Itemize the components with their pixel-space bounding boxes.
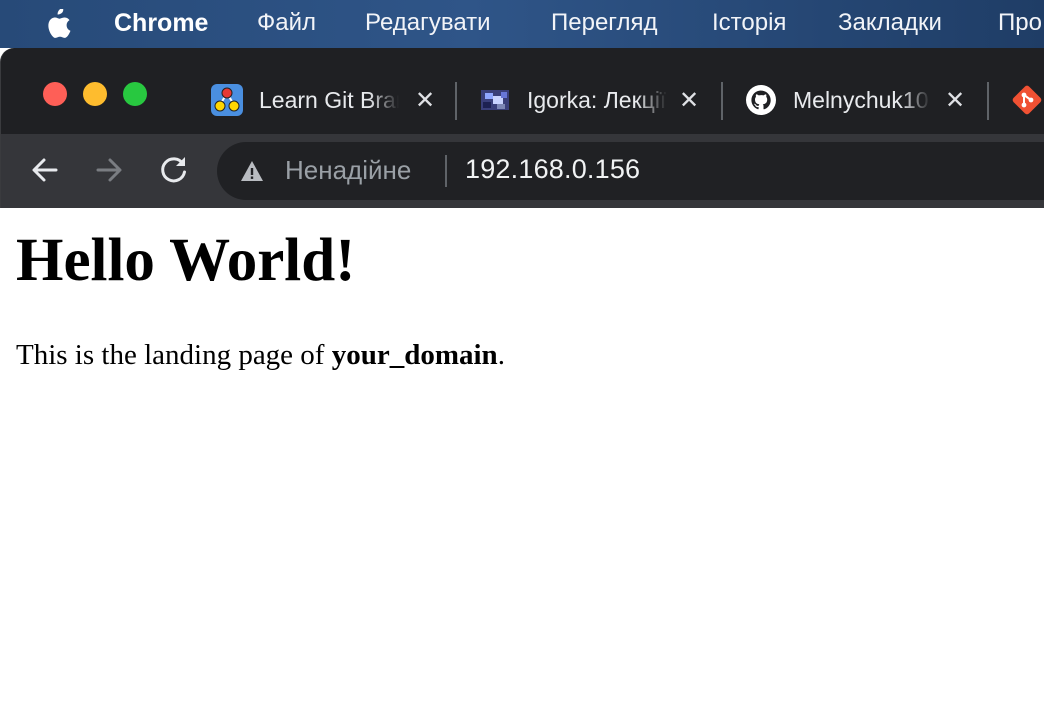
domain-name: your_domain bbox=[331, 339, 498, 371]
page-heading: Hello World! bbox=[16, 227, 356, 294]
menu-edit[interactable]: Редагувати bbox=[365, 9, 491, 37]
forward-arrow-icon[interactable] bbox=[91, 152, 127, 188]
reload-icon[interactable] bbox=[156, 152, 192, 188]
tab-github-melnychuk[interactable]: Melnychuk10 ✕ bbox=[745, 76, 975, 124]
macos-menu-bar: Chrome Файл Редагувати Перегляд Історія … bbox=[0, 0, 1044, 48]
close-tab-icon[interactable]: ✕ bbox=[945, 86, 965, 115]
tab-divider bbox=[721, 82, 723, 120]
back-arrow-icon[interactable] bbox=[27, 152, 63, 188]
tab-title: Learn Git Branching bbox=[259, 86, 399, 114]
browser-window-chrome: Learn Git Branching ✕ Igorka: Лекції ✕ M… bbox=[0, 48, 1044, 208]
maximize-window-button[interactable] bbox=[123, 82, 147, 106]
tab-divider bbox=[455, 82, 457, 120]
github-icon bbox=[746, 85, 776, 115]
menu-app-name[interactable]: Chrome bbox=[114, 9, 208, 38]
browser-toolbar: Ненадійне 192.168.0.156 bbox=[1, 134, 1044, 208]
menu-file[interactable]: Файл bbox=[257, 9, 316, 37]
close-tab-icon[interactable]: ✕ bbox=[679, 86, 699, 115]
address-bar[interactable]: Ненадійне 192.168.0.156 bbox=[217, 142, 1044, 200]
git-icon bbox=[1012, 85, 1042, 115]
tab-git[interactable] bbox=[1011, 76, 1044, 124]
git-branching-icon bbox=[211, 84, 243, 116]
minimize-window-button[interactable] bbox=[83, 82, 107, 106]
landing-text-suffix: . bbox=[497, 339, 505, 371]
landing-text: This is the landing page of your_domain. bbox=[16, 338, 505, 373]
menu-history[interactable]: Історія bbox=[712, 9, 786, 37]
close-tab-icon[interactable]: ✕ bbox=[415, 86, 435, 115]
tab-igorka[interactable]: Igorka: Лекції ✕ bbox=[479, 76, 709, 124]
menu-profiles[interactable]: Про bbox=[998, 9, 1042, 37]
landing-text-prefix: This is the landing page of bbox=[16, 339, 332, 371]
not-secure-label[interactable]: Ненадійне bbox=[285, 155, 411, 186]
pixel-art-icon bbox=[481, 90, 509, 110]
menu-bookmarks[interactable]: Закладки bbox=[838, 9, 942, 37]
url-text[interactable]: 192.168.0.156 bbox=[465, 154, 640, 185]
tab-learn-git-branching[interactable]: Learn Git Branching ✕ bbox=[211, 76, 441, 124]
warning-triangle-icon[interactable] bbox=[239, 159, 265, 183]
omnibox-divider bbox=[445, 155, 447, 187]
menu-view[interactable]: Перегляд bbox=[551, 9, 658, 37]
tab-title: Melnychuk10 bbox=[793, 86, 931, 114]
tab-divider bbox=[987, 82, 989, 120]
close-window-button[interactable] bbox=[43, 82, 67, 106]
apple-logo-icon[interactable] bbox=[43, 9, 71, 39]
tab-title: Igorka: Лекції bbox=[527, 86, 667, 114]
page-content: Hello World! This is the landing page of… bbox=[0, 208, 1044, 714]
